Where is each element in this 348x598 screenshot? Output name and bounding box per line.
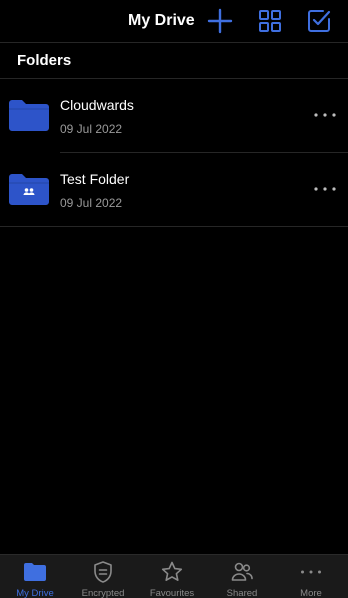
folder-name: Test Folder [60,171,130,187]
folder-more-button[interactable] [312,107,338,123]
more-dots-icon [299,560,323,584]
folder-more-button[interactable] [312,181,338,197]
folder-row[interactable]: Cloudwards 09 Jul 2022 [0,79,348,153]
folder-date: 09 Jul 2022 [60,122,123,136]
section-title: Folders [17,52,72,69]
header: My Drive [0,0,348,42]
folder-name: Cloudwards [60,97,134,113]
users-icon [230,560,254,584]
folder-icon [7,97,51,133]
folder-date: 09 Jul 2022 [60,196,123,210]
grid-view-icon [259,10,281,32]
tab-label: My Drive [16,588,54,598]
tab-label: Encrypted [81,588,125,598]
tab-more[interactable]: More [276,555,346,598]
more-dots-icon [314,187,336,191]
more-dots-icon [314,113,336,117]
shield-icon [91,560,115,584]
tab-label: Favourites [149,588,195,598]
header-divider [0,42,348,43]
row-divider [0,226,348,227]
star-icon [160,560,184,584]
plus-icon [207,8,233,34]
select-button[interactable] [305,7,333,35]
tab-label: Shared [226,588,258,598]
folder-icon [23,560,47,584]
tab-my-drive[interactable]: My Drive [0,555,70,598]
folder-row[interactable]: Test Folder 09 Jul 2022 [0,153,348,227]
add-button[interactable] [206,7,234,35]
tab-encrypted[interactable]: Encrypted [68,555,138,598]
app-screen: My Drive Folders Cloudwards 09 Jul 2022 … [0,0,348,598]
tab-favourites[interactable]: Favourites [137,555,207,598]
tab-label: More [300,588,322,598]
checkbox-select-icon [308,10,331,32]
shared-folder-icon [7,171,51,207]
tab-shared[interactable]: Shared [207,555,277,598]
grid-view-button[interactable] [256,7,284,35]
page-title: My Drive [128,12,195,29]
tab-bar: My Drive Encrypted Favourites Shared Mor… [0,554,348,598]
